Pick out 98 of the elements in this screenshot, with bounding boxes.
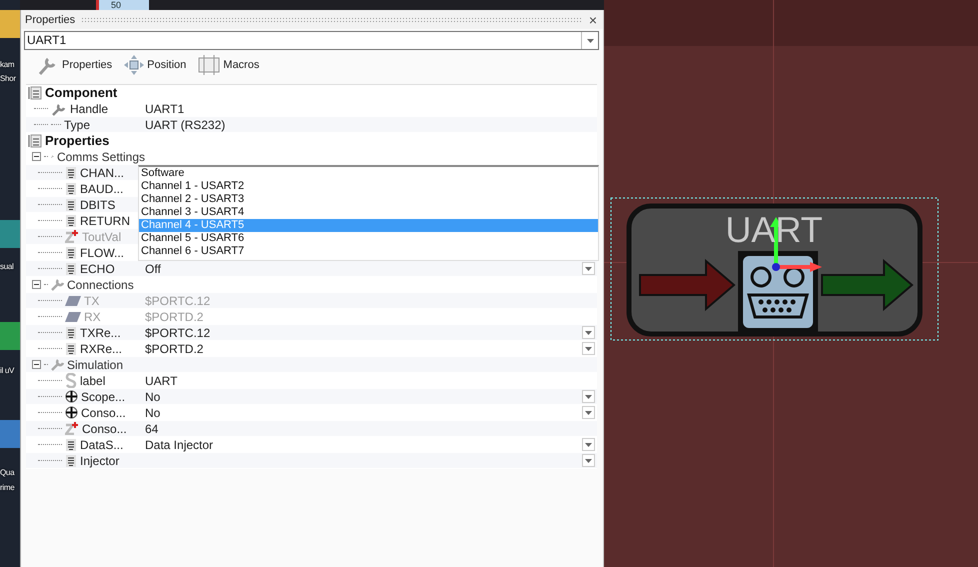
wrench-icon xyxy=(51,102,67,116)
dropdown-button[interactable] xyxy=(582,390,595,403)
property-name: Conso... xyxy=(82,422,127,436)
property-value: No xyxy=(145,406,162,420)
property-name: Type xyxy=(64,118,90,132)
macro-icon xyxy=(198,55,220,75)
property-value: UART1 xyxy=(145,102,186,116)
property-name: label xyxy=(80,374,106,388)
property-value: $PORTC.12 xyxy=(145,294,212,308)
minus-icon xyxy=(33,153,40,160)
toolbar-tab[interactable]: Properties xyxy=(35,55,114,75)
property-value: $PORTD.2 xyxy=(145,310,204,324)
minus-icon xyxy=(33,361,40,368)
port-icon xyxy=(65,312,81,322)
property-value: UART xyxy=(145,374,178,388)
uart-component-drawing[interactable] xyxy=(626,204,922,336)
desktop-icon-label: sual xyxy=(0,262,14,271)
list-icon xyxy=(65,182,77,194)
list-icon xyxy=(65,342,77,354)
expand-toggle[interactable] xyxy=(32,152,41,161)
string-icon xyxy=(65,373,77,388)
group-title: Connections xyxy=(67,278,134,292)
property-name: DataS... xyxy=(80,438,124,452)
panel-title: Properties xyxy=(25,14,76,26)
property-value: $PORTD.2 xyxy=(145,342,204,356)
property-name: Handle xyxy=(70,102,108,116)
move-icon xyxy=(124,55,144,75)
caret-icon xyxy=(586,38,594,42)
dropdown-button[interactable] xyxy=(582,438,595,451)
property-name: RETURN xyxy=(80,214,130,228)
dropdown-button[interactable] xyxy=(582,454,595,467)
wrench-icon xyxy=(51,278,64,291)
toolbar-tab[interactable]: Macros xyxy=(196,55,262,75)
desktop-icon-label: rime xyxy=(0,483,14,492)
toolbar-tab[interactable]: Position xyxy=(122,55,188,75)
list-icon xyxy=(65,214,77,226)
desktop-icon-label: kam xyxy=(0,60,14,69)
dropdown-button[interactable] xyxy=(582,262,595,275)
property-name: ToutVal xyxy=(82,230,122,244)
list-icon xyxy=(65,262,77,274)
list-icon xyxy=(65,198,77,210)
caret-icon xyxy=(585,330,592,334)
dropdown-button[interactable] xyxy=(582,406,595,419)
list-option[interactable]: Channel 2 - USART3 xyxy=(139,193,598,206)
property-name: DBITS xyxy=(80,198,116,212)
property-value: 64 xyxy=(145,422,160,436)
group-title: Comms Settings xyxy=(56,150,145,164)
property-name: Conso... xyxy=(81,406,126,420)
property-name: ECHO xyxy=(80,262,115,276)
wrench-icon xyxy=(51,358,64,371)
property-name: FLOW... xyxy=(80,246,124,260)
property-value: Off xyxy=(145,262,162,276)
property-name: TX xyxy=(84,294,100,308)
property-name: CHAN... xyxy=(80,166,124,180)
dropdown-button[interactable] xyxy=(582,326,595,339)
list-option[interactable]: Software xyxy=(139,167,598,180)
minus-icon xyxy=(33,281,40,288)
tab-label[interactable]: 50 xyxy=(96,0,149,10)
desktop-icon-label: il uV xyxy=(0,366,14,375)
property-value: UART (RS232) xyxy=(145,118,226,132)
category-title: Properties xyxy=(45,133,110,148)
list-icon xyxy=(65,246,77,258)
property-name: Injector xyxy=(80,454,120,468)
group-title: Simulation xyxy=(67,358,124,372)
desktop-icon-label: Qua xyxy=(0,468,14,477)
caret-icon xyxy=(585,410,592,414)
list-icon xyxy=(65,166,77,178)
property-name: Scope... xyxy=(81,390,126,404)
property-value: No xyxy=(145,390,162,404)
category-icon xyxy=(28,134,42,148)
property-value: Data Injector xyxy=(145,438,214,452)
caret-icon xyxy=(585,458,592,462)
caret-icon xyxy=(585,442,592,446)
caret-icon xyxy=(585,266,592,270)
number-icon xyxy=(65,230,79,243)
caret-icon xyxy=(585,394,592,398)
list-option[interactable]: Channel 5 - USART6 xyxy=(139,232,598,245)
number-icon xyxy=(65,422,79,435)
expand-toggle[interactable] xyxy=(32,280,41,289)
expand-toggle[interactable] xyxy=(32,360,41,369)
list-option[interactable]: Channel 6 - USART7 xyxy=(139,245,598,258)
caret-icon xyxy=(585,346,592,350)
component-selector[interactable]: UART1 xyxy=(24,31,599,50)
property-value: $PORTC.12 xyxy=(145,326,212,340)
property-name: TXRe... xyxy=(80,326,121,340)
list-icon xyxy=(65,438,77,450)
list-option[interactable]: Channel 3 - USART4 xyxy=(139,206,598,219)
desktop-icon-label: Shor xyxy=(0,74,16,83)
list-icon xyxy=(65,326,77,338)
list-option[interactable]: Channel 1 - USART2 xyxy=(139,180,598,193)
property-name: RX xyxy=(84,310,101,324)
property-name: RXRe... xyxy=(80,342,122,356)
property-name: BAUD... xyxy=(80,182,124,196)
port-icon xyxy=(65,296,81,306)
category-title: Component xyxy=(45,85,118,100)
close-button[interactable]: × xyxy=(586,12,599,26)
list-icon xyxy=(65,454,77,466)
dropdown-button[interactable] xyxy=(582,342,595,355)
